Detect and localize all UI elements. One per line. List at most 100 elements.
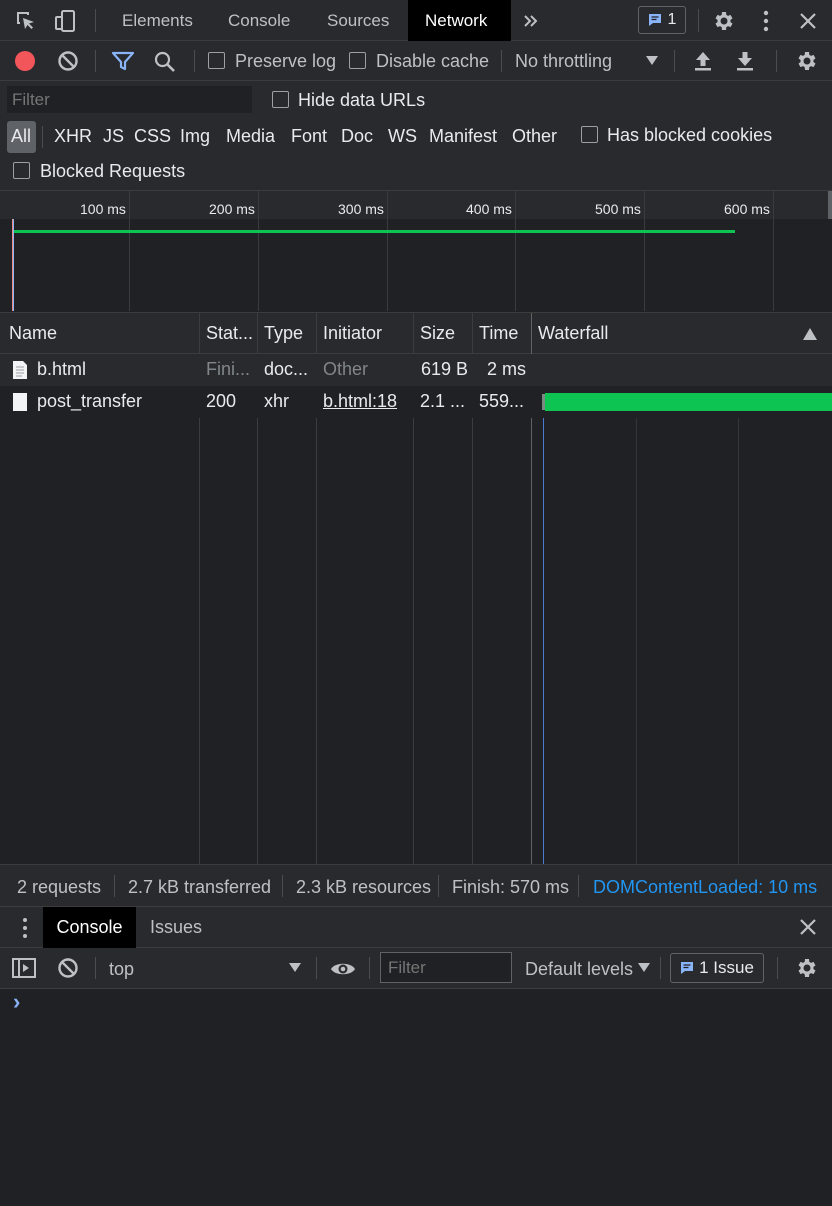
console-output-area[interactable]: › [0, 989, 832, 1206]
cell-time: 559... [479, 391, 525, 411]
type-filter-manifest[interactable]: Manifest [429, 126, 497, 147]
divider [438, 875, 439, 897]
waterfall-dcl-line [543, 354, 544, 864]
cell-initiator-link[interactable]: b.html:18 [323, 391, 397, 412]
divider [194, 50, 195, 72]
network-settings-icon[interactable] [795, 49, 819, 73]
overview-gridline [515, 191, 516, 311]
export-har-icon[interactable] [734, 50, 756, 72]
type-filter-css[interactable]: CSS [134, 126, 171, 147]
issues-button[interactable]: 1 Issue [670, 953, 764, 983]
divider [674, 50, 675, 72]
divider [114, 875, 115, 897]
dcl-marker [13, 219, 14, 311]
kebab-menu-icon[interactable] [753, 8, 779, 34]
console-toolbar: top Default levels 1 Issue [0, 948, 832, 989]
tab-elements[interactable]: Elements [105, 0, 210, 41]
blocked-requests-checkbox[interactable] [13, 162, 30, 179]
tab-console[interactable]: Console [211, 0, 307, 41]
disable-cache-checkbox[interactable] [349, 52, 366, 69]
filter-icon[interactable] [111, 50, 135, 72]
drawer-close-icon[interactable] [799, 918, 817, 936]
drawer-tabbar: Console Issues [0, 907, 832, 948]
blocked-requests-label: Blocked Requests [40, 161, 186, 181]
has-blocked-cookies-checkbox[interactable] [581, 126, 598, 143]
drawer-menu-icon[interactable] [22, 917, 28, 939]
inspect-element-icon[interactable] [13, 8, 39, 34]
type-filter-ws[interactable]: WS [388, 126, 417, 147]
timeline-overview[interactable]: 100 ms 200 ms 300 ms 400 ms 500 ms 600 m… [0, 191, 832, 313]
overview-gridline [644, 191, 645, 311]
divider [777, 957, 778, 979]
tab-network[interactable]: Network [408, 0, 511, 41]
filter-input[interactable] [7, 86, 252, 113]
column-name[interactable]: Name [9, 323, 57, 344]
divider [95, 9, 96, 32]
live-expression-eye-icon[interactable] [330, 960, 356, 978]
divider [316, 957, 317, 979]
waterfall-gridline [636, 354, 637, 864]
cell-name: b.html [37, 359, 87, 379]
column-initiator[interactable]: Initiator [323, 323, 382, 344]
context-select[interactable]: top [100, 948, 310, 989]
waterfall-gridline [738, 354, 739, 864]
cell-size: 2.1 ... [420, 391, 466, 411]
network-toolbar: Preserve log Disable cache No throttling [0, 41, 832, 81]
overview-gridline [258, 191, 259, 311]
has-blocked-cookies-label: Has blocked cookies [607, 125, 773, 145]
drawer-tab-issues[interactable]: Issues [150, 907, 202, 948]
device-toolbar-icon[interactable] [52, 8, 78, 34]
console-settings-icon[interactable] [795, 956, 819, 980]
type-filter-all[interactable]: All [11, 126, 31, 147]
type-filter-font[interactable]: Font [291, 126, 327, 147]
throttling-value: No throttling [515, 51, 613, 71]
disable-cache-label: Disable cache [376, 51, 490, 71]
table-row[interactable]: b.html Fini... doc... Other 619 B 2 ms [0, 354, 832, 386]
hide-data-urls-checkbox[interactable] [272, 91, 289, 108]
type-filter-media[interactable]: Media [226, 126, 275, 147]
file-icon [13, 393, 27, 411]
overview-gridline [387, 191, 388, 311]
summary-requests: 2 requests [17, 877, 102, 897]
summary-resources: 2.3 kB resources [296, 877, 432, 897]
type-filter-doc[interactable]: Doc [341, 126, 373, 147]
settings-icon[interactable] [711, 8, 737, 34]
console-filter-input[interactable] [380, 952, 512, 983]
overview-gridline [773, 191, 774, 311]
cell-type: xhr [264, 391, 290, 411]
sidebar-toggle-icon[interactable] [12, 958, 36, 978]
devtools-tabbar: Elements Console Sources Network 1 [0, 0, 832, 41]
more-tabs-icon[interactable] [518, 8, 544, 34]
tick-label: 200 ms [209, 201, 255, 217]
drawer-tab-console[interactable]: Console [43, 907, 136, 948]
tick-label: 600 ms [724, 201, 770, 217]
hide-data-urls-label: Hide data URLs [298, 90, 426, 110]
clear-icon[interactable] [57, 50, 79, 72]
column-type[interactable]: Type [264, 323, 303, 344]
issues-counter-button[interactable]: 1 [638, 6, 686, 34]
table-row[interactable]: post_transfer 200 xhr b.html:18 2.1 ... … [0, 386, 832, 418]
clear-console-icon[interactable] [57, 957, 79, 979]
column-size[interactable]: Size [420, 323, 455, 344]
type-filter-js[interactable]: JS [103, 126, 124, 147]
log-levels-select[interactable]: Default levels [518, 948, 653, 989]
tick-label: 100 ms [80, 201, 126, 217]
search-icon[interactable] [153, 50, 177, 74]
tab-sources[interactable]: Sources [310, 0, 406, 41]
import-har-icon[interactable] [692, 50, 714, 72]
preserve-log-checkbox[interactable] [208, 52, 225, 69]
column-time[interactable]: Time [479, 323, 518, 344]
column-status[interactable]: Stat... [206, 323, 253, 344]
throttling-select[interactable]: No throttling [512, 41, 664, 81]
close-icon[interactable] [795, 8, 821, 34]
record-icon[interactable] [15, 51, 35, 71]
log-levels-value: Default levels [525, 959, 634, 979]
overview-handle[interactable] [828, 191, 832, 219]
type-filter-img[interactable]: Img [180, 126, 210, 147]
console-prompt[interactable]: › [13, 989, 20, 1015]
cell-name: post_transfer [37, 391, 143, 411]
type-filter-other[interactable]: Other [512, 126, 557, 147]
issues-button-label: 1 Issue [699, 958, 754, 977]
type-filter-xhr[interactable]: XHR [54, 126, 92, 147]
column-waterfall[interactable]: Waterfall [538, 323, 608, 344]
